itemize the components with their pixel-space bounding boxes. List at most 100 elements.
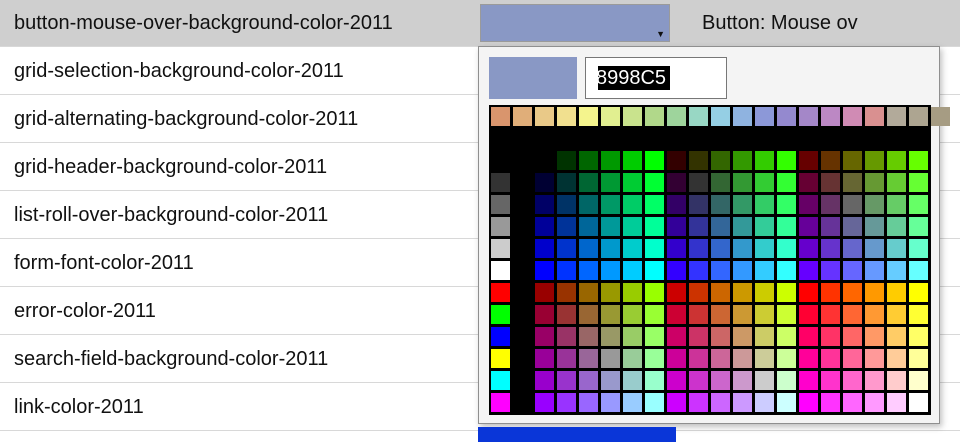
color-cell[interactable]	[887, 371, 906, 390]
color-cell[interactable]	[821, 349, 840, 368]
color-cell[interactable]	[799, 217, 818, 236]
color-cell[interactable]	[689, 283, 708, 302]
color-cell[interactable]	[733, 217, 752, 236]
color-cell[interactable]	[557, 217, 576, 236]
color-cell[interactable]	[865, 393, 884, 412]
color-cell[interactable]	[799, 305, 818, 324]
color-cell[interactable]	[755, 261, 774, 280]
color-cell[interactable]	[777, 239, 796, 258]
color-cell[interactable]	[711, 283, 730, 302]
color-cell[interactable]	[887, 393, 906, 412]
color-cell[interactable]	[865, 371, 884, 390]
color-cell[interactable]	[711, 239, 730, 258]
color-cell[interactable]	[887, 305, 906, 324]
color-cell[interactable]	[799, 173, 818, 192]
color-cell[interactable]	[601, 239, 620, 258]
color-cell[interactable]	[755, 371, 774, 390]
color-cell[interactable]	[579, 217, 598, 236]
hex-input[interactable]	[596, 65, 716, 91]
color-cell[interactable]	[491, 173, 510, 192]
color-cell[interactable]	[931, 107, 950, 126]
color-cell[interactable]	[821, 173, 840, 192]
color-cell[interactable]	[579, 239, 598, 258]
color-cell[interactable]	[909, 393, 928, 412]
color-cell[interactable]	[689, 151, 708, 170]
color-cell[interactable]	[535, 195, 554, 214]
color-cell[interactable]	[645, 327, 664, 346]
color-cell[interactable]	[909, 349, 928, 368]
color-cell[interactable]	[711, 393, 730, 412]
color-cell[interactable]	[667, 261, 686, 280]
color-cell[interactable]	[843, 327, 862, 346]
color-cell[interactable]	[513, 349, 532, 368]
color-cell[interactable]	[535, 393, 554, 412]
hex-field[interactable]	[585, 57, 727, 99]
color-cell[interactable]	[667, 239, 686, 258]
color-cell[interactable]	[909, 371, 928, 390]
color-cell[interactable]	[733, 305, 752, 324]
color-cell[interactable]	[667, 349, 686, 368]
color-cell[interactable]	[711, 261, 730, 280]
color-cell[interactable]	[865, 327, 884, 346]
color-cell[interactable]	[887, 261, 906, 280]
color-cell[interactable]	[513, 129, 532, 148]
color-cell[interactable]	[755, 217, 774, 236]
color-cell[interactable]	[733, 151, 752, 170]
color-cell[interactable]	[601, 305, 620, 324]
color-cell[interactable]	[623, 107, 642, 126]
color-cell[interactable]	[645, 107, 664, 126]
color-cell[interactable]	[513, 239, 532, 258]
color-cell[interactable]	[623, 327, 642, 346]
color-cell[interactable]	[799, 283, 818, 302]
color-cell[interactable]	[799, 107, 818, 126]
color-cell[interactable]	[645, 349, 664, 368]
color-cell[interactable]	[821, 195, 840, 214]
color-cell[interactable]	[711, 173, 730, 192]
color-cell[interactable]	[623, 283, 642, 302]
color-cell[interactable]	[491, 261, 510, 280]
color-cell[interactable]	[645, 305, 664, 324]
color-cell[interactable]	[711, 349, 730, 368]
color-cell[interactable]	[711, 107, 730, 126]
color-cell[interactable]	[557, 349, 576, 368]
color-cell[interactable]	[689, 173, 708, 192]
color-cell[interactable]	[535, 217, 554, 236]
color-cell[interactable]	[623, 393, 642, 412]
color-cell[interactable]	[887, 151, 906, 170]
color-cell[interactable]	[777, 393, 796, 412]
color-cell[interactable]	[557, 305, 576, 324]
color-cell[interactable]	[821, 239, 840, 258]
color-cell[interactable]	[689, 261, 708, 280]
color-cell[interactable]	[667, 305, 686, 324]
color-cell[interactable]	[865, 173, 884, 192]
color-cell[interactable]	[667, 173, 686, 192]
color-cell[interactable]	[865, 129, 884, 148]
color-cell[interactable]	[623, 239, 642, 258]
color-cell[interactable]	[909, 151, 928, 170]
color-cell[interactable]	[513, 151, 532, 170]
color-cell[interactable]	[667, 151, 686, 170]
color-cell[interactable]	[579, 195, 598, 214]
color-cell[interactable]	[755, 151, 774, 170]
color-cell[interactable]	[843, 393, 862, 412]
color-cell[interactable]	[623, 217, 642, 236]
color-cell[interactable]	[689, 305, 708, 324]
color-cell[interactable]	[843, 261, 862, 280]
color-cell[interactable]	[733, 195, 752, 214]
color-cell[interactable]	[557, 283, 576, 302]
color-cell[interactable]	[579, 173, 598, 192]
color-cell[interactable]	[689, 371, 708, 390]
color-cell[interactable]	[667, 129, 686, 148]
color-cell[interactable]	[887, 217, 906, 236]
color-cell[interactable]	[601, 283, 620, 302]
color-swatch-button[interactable]: ▼	[480, 4, 670, 42]
color-cell[interactable]	[645, 217, 664, 236]
color-cell[interactable]	[755, 349, 774, 368]
color-cell[interactable]	[777, 305, 796, 324]
color-cell[interactable]	[623, 305, 642, 324]
color-cell[interactable]	[491, 283, 510, 302]
color-cell[interactable]	[667, 107, 686, 126]
color-cell[interactable]	[799, 151, 818, 170]
color-cell[interactable]	[799, 261, 818, 280]
color-cell[interactable]	[689, 349, 708, 368]
